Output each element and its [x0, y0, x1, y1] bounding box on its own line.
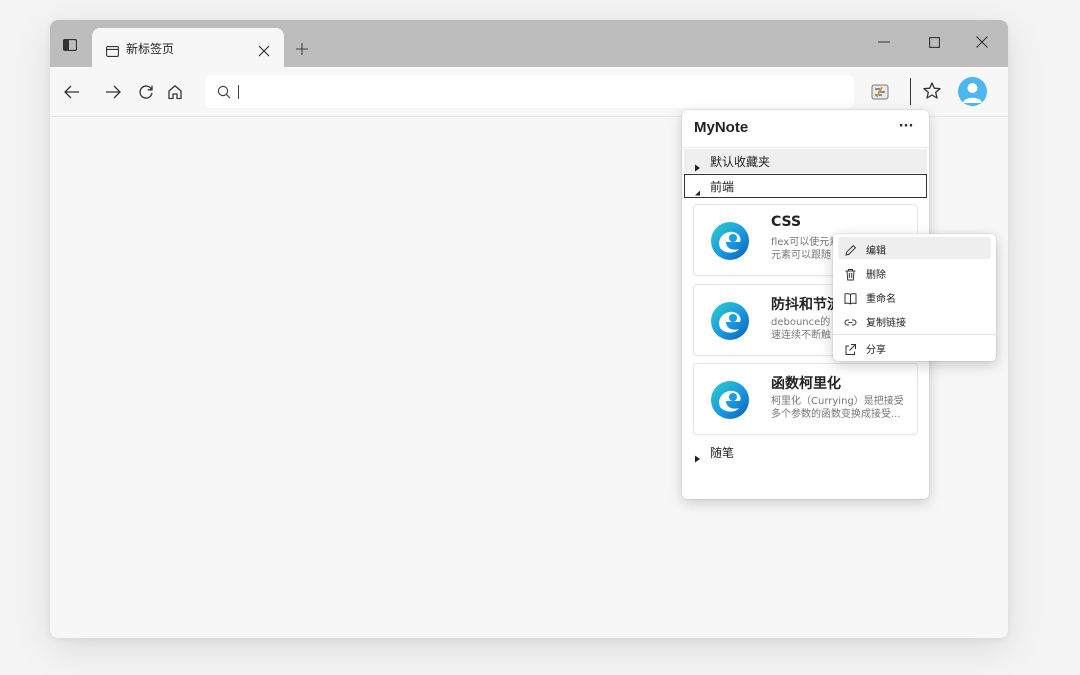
link-icon — [844, 314, 857, 327]
menu-item-share[interactable]: 分享 — [838, 336, 991, 358]
window-close-icon[interactable] — [974, 34, 990, 50]
more-options-button[interactable]: ··· — [896, 120, 916, 134]
panel-title: MyNote — [694, 119, 749, 136]
folder-label: 随笔 — [710, 446, 735, 460]
note-title: 函数柯里化 — [771, 376, 841, 392]
note-title: CSS — [771, 214, 802, 230]
panel-divider — [682, 147, 929, 148]
menu-item-delete[interactable]: 删除 — [838, 261, 991, 283]
folder-default[interactable]: 默认收藏夹 — [684, 149, 927, 173]
address-bar[interactable] — [205, 75, 854, 108]
note-title: 防抖和节流 — [771, 297, 841, 313]
caret-down-icon — [693, 182, 701, 196]
toolbar-divider — [910, 78, 911, 105]
folder-frontend[interactable]: 前端 — [684, 174, 927, 198]
browser-tab[interactable]: 新标签页 — [92, 28, 284, 68]
profile-avatar[interactable] — [958, 77, 987, 106]
forward-icon[interactable] — [103, 82, 123, 102]
folder-notes[interactable]: 随笔 — [684, 440, 927, 464]
menu-item-label: 编辑 — [866, 246, 886, 257]
menu-item-copy-link[interactable]: 复制链接 — [838, 309, 991, 331]
mynote-extension-icon[interactable] — [870, 82, 890, 102]
caret-right-icon — [693, 448, 701, 463]
title-bar: 新标签页 — [50, 20, 1008, 68]
edge-logo-icon — [709, 220, 751, 262]
minimize-icon[interactable] — [876, 34, 892, 50]
book-icon — [844, 290, 857, 305]
edge-logo-icon — [709, 300, 751, 342]
tab-close-icon[interactable] — [258, 42, 270, 57]
menu-item-label: 重命名 — [866, 294, 896, 305]
home-icon[interactable] — [165, 82, 185, 102]
menu-item-label: 分享 — [866, 345, 886, 356]
text-caret — [238, 85, 239, 99]
new-tab-icon[interactable] — [296, 40, 308, 55]
share-icon — [844, 341, 857, 355]
back-icon[interactable] — [62, 82, 82, 102]
note-summary-line: 柯里化（Currying）是把接受 — [771, 396, 904, 407]
page-icon — [106, 42, 119, 57]
caret-right-icon — [693, 157, 701, 172]
favorites-star-icon[interactable] — [922, 81, 942, 101]
edge-logo-icon — [709, 379, 751, 421]
address-input[interactable] — [237, 82, 637, 102]
desktop-background: 新标签页 MyNote ··· 默认收藏夹 前端 CSS flex可以使元素 元… — [0, 0, 1080, 675]
menu-item-rename[interactable]: 重命名 — [838, 285, 991, 307]
search-icon — [217, 84, 231, 99]
tab-actions-icon[interactable] — [62, 38, 78, 52]
refresh-icon[interactable] — [136, 82, 156, 102]
menu-item-label: 复制链接 — [866, 318, 906, 329]
tab-title: 新标签页 — [126, 42, 175, 56]
note-context-menu: 编辑 删除 重命名 复制链接 分享 — [833, 234, 996, 361]
folder-label: 前端 — [710, 180, 735, 194]
note-summary: 柯里化（Currying）是把接受 多个参数的函数变换成接受... — [771, 395, 913, 421]
maximize-icon[interactable] — [926, 34, 942, 50]
note-card[interactable]: 函数柯里化 柯里化（Currying）是把接受 多个参数的函数变换成接受... — [693, 363, 918, 435]
pencil-icon — [844, 242, 857, 256]
note-summary-line: 多个参数的函数变换成接受... — [771, 409, 901, 420]
menu-item-edit[interactable]: 编辑 — [838, 237, 991, 259]
trash-icon — [844, 266, 857, 281]
folder-label: 默认收藏夹 — [710, 155, 771, 169]
menu-divider — [833, 334, 996, 335]
menu-item-label: 删除 — [866, 270, 886, 281]
